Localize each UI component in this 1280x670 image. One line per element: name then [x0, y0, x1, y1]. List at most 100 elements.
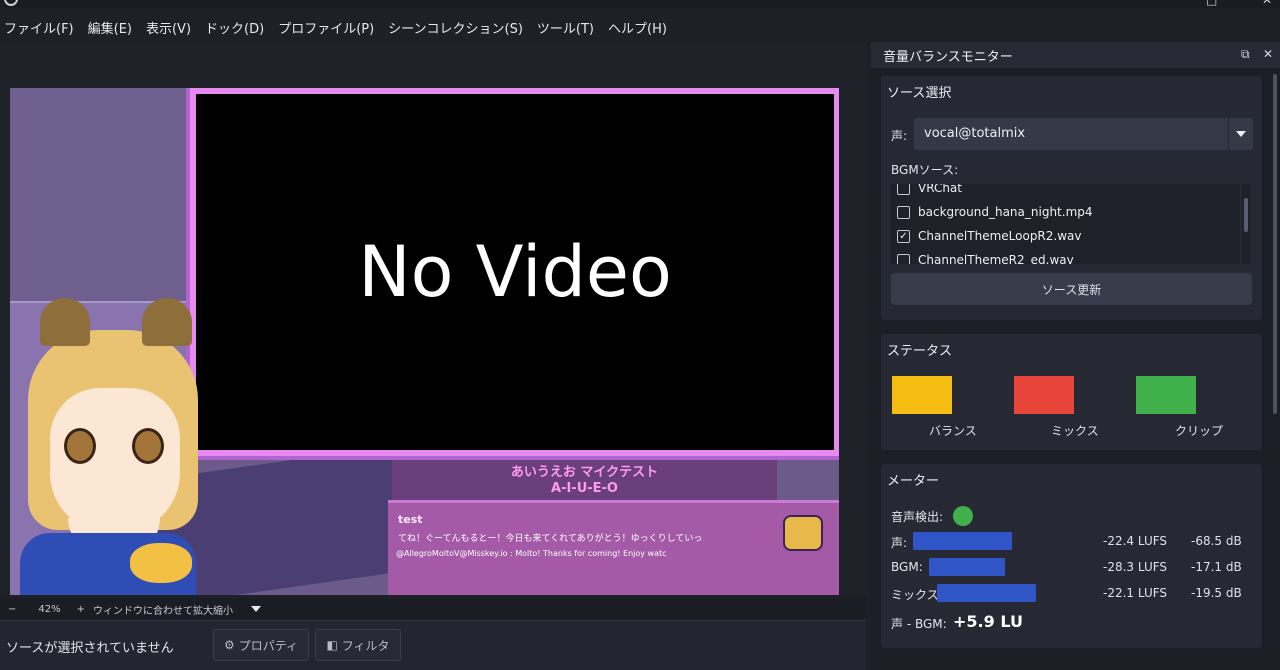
dock-close-icon[interactable]: ✕ [1263, 47, 1273, 61]
list-item-label: background_hana_night.mp4 [918, 205, 1093, 219]
voice-label: 声: [891, 129, 908, 143]
caption-line-1: あいうえお マイクテスト [510, 465, 659, 480]
meter-mix-lufs: -22.1 LUFS [1103, 586, 1168, 600]
menu-edit[interactable]: 編集(E) [88, 18, 132, 37]
list-item-label: ChannelThemeR2_ed.wav [918, 253, 1074, 264]
maximize-icon[interactable]: □ [1206, 0, 1217, 7]
checkbox[interactable] [897, 205, 910, 219]
menu-file[interactable]: ファイル(F) [4, 18, 74, 37]
meter-voice-bar [913, 532, 1012, 550]
list-item[interactable]: ChannelThemeR2_ed.wav [897, 250, 1074, 264]
fit-window-label[interactable]: ウィンドウに合わせて拡大縮小 [93, 602, 233, 617]
avatar-eye-left [64, 428, 96, 464]
preview-area[interactable]: No Video あいうえお マイクテスト A-I-U-E-O test てね！… [0, 42, 866, 598]
chat-username: test [398, 513, 423, 526]
list-item-label: VRChat [918, 184, 962, 195]
menu-scene-collection[interactable]: シーンコレクション(S) [388, 18, 523, 37]
checkbox-checked[interactable]: ✓ [897, 229, 910, 243]
bgm-list-scrollbar-thumb[interactable] [1244, 198, 1248, 232]
menu-tools[interactable]: ツール(T) [537, 18, 594, 37]
voice-source-select[interactable]: vocal@totalmix [914, 118, 1253, 150]
caption-overlay: あいうえお マイクテスト A-I-U-E-O [392, 460, 777, 500]
video-frame: No Video [190, 88, 839, 456]
bgm-source-list[interactable]: VRChat background_hana_night.mp4 ✓ Chann… [891, 184, 1240, 264]
chat-overlay: test てね！ぐーてんもるとー！今日も来てくれてありがとう！ゆっくりしていっ … [388, 500, 839, 595]
status-title: ステータス [887, 344, 953, 359]
zoom-level: 42% [38, 603, 61, 615]
chat-handle: @AllegroMoltoV@Misskey.io : Molto! Thank… [396, 549, 667, 558]
avatar-ear-right [142, 298, 192, 346]
meter-bgm-bar [929, 558, 1005, 576]
dock-scrollbar[interactable] [1270, 70, 1280, 670]
gear-icon: ⚙ [223, 638, 235, 652]
loudness-diff-value: +5.9 LU [953, 612, 1023, 631]
meter-mix-label: ミックス: [891, 588, 943, 602]
dock-title: 音量バランスモニター [883, 49, 1013, 65]
dock-scrollbar-thumb[interactable] [1273, 74, 1277, 414]
source-toolbar: ソースが選択されていません ⚙ プロパティ ◧ フィルタ [0, 620, 866, 670]
filters-button[interactable]: ◧ フィルタ [315, 629, 401, 661]
meter-voice-lufs: -22.4 LUFS [1103, 534, 1168, 548]
close-icon[interactable]: ✕ [1262, 0, 1272, 7]
no-source-label: ソースが選択されていません [6, 641, 174, 656]
menubar: ファイル(F) 編集(E) 表示(V) ドック(D) プロファイル(P) シーン… [0, 12, 1280, 42]
avatar-bow [130, 543, 192, 583]
chevron-down-icon[interactable] [251, 606, 262, 612]
voice-source-value: vocal@totalmix [924, 126, 1026, 141]
status-group: ステータス バランス ミックス クリップ [881, 334, 1262, 450]
app-logo-icon [4, 0, 18, 6]
window-titlebar: □ ✕ [0, 0, 1280, 8]
scene-canvas[interactable]: No Video あいうえお マイクテスト A-I-U-E-O test てね！… [10, 88, 839, 595]
meter-bgm-db: -17.1 dB [1191, 560, 1242, 574]
source-select-title: ソース選択 [887, 86, 952, 101]
bgm-label: BGMソース: [891, 163, 959, 177]
refresh-sources-button[interactable]: ソース更新 [891, 273, 1252, 305]
checkbox[interactable] [897, 253, 910, 264]
list-item-label: ChannelThemeLoopR2.wav [918, 229, 1082, 243]
properties-button[interactable]: ⚙ プロパティ [213, 629, 309, 661]
meter-voice-db: -68.5 dB [1191, 534, 1242, 548]
voice-detect-indicator [953, 506, 973, 526]
menu-help[interactable]: ヘルプ(H) [608, 18, 667, 37]
chevron-down-icon[interactable] [1236, 131, 1246, 137]
bgm-list-scrollbar[interactable] [1242, 184, 1250, 264]
checkbox[interactable] [897, 184, 910, 195]
zoom-out-button[interactable]: − [8, 604, 16, 615]
loudness-diff-label: 声 - BGM: [891, 617, 947, 631]
combo-separator [1228, 118, 1229, 150]
filters-label: フィルタ [341, 638, 390, 653]
meter-bgm-lufs: -28.3 LUFS [1103, 560, 1168, 574]
properties-label: プロパティ [238, 638, 299, 653]
undock-icon[interactable]: ⧉ [1241, 47, 1250, 62]
clip-label: クリップ [1175, 424, 1224, 438]
meter-mix-db: -19.5 dB [1191, 586, 1242, 600]
avatar-ear-left [40, 298, 90, 346]
avatar-ears [34, 298, 192, 358]
avatar-eye-right [132, 428, 164, 464]
meter-bgm-label: BGM: [891, 560, 923, 574]
list-item[interactable]: VRChat [897, 184, 962, 198]
list-item[interactable]: ✓ ChannelThemeLoopR2.wav [897, 226, 1082, 246]
balance-indicator [892, 376, 952, 414]
chat-message: てね！ぐーてんもるとー！今日も来てくれてありがとう！ゆっくりしていっ [398, 534, 703, 544]
list-item[interactable]: background_hana_night.mp4 [897, 202, 1093, 222]
clip-indicator [1136, 376, 1196, 414]
avatar-face [50, 388, 180, 533]
menu-docks[interactable]: ドック(D) [205, 18, 264, 37]
zoom-bar: − 42% + ウィンドウに合わせて拡大縮小 [0, 598, 866, 620]
meter-mix-bar [937, 584, 1036, 602]
chat-mascot-icon [783, 515, 823, 551]
source-select-group: ソース選択 声: vocal@totalmix BGMソース: VRChat b… [881, 76, 1262, 320]
menu-view[interactable]: 表示(V) [146, 18, 191, 37]
zoom-in-button[interactable]: + [77, 604, 85, 615]
filter-icon: ◧ [326, 638, 338, 652]
no-video-text: No Video [358, 231, 672, 313]
caption-line-2: A-I-U-E-O [551, 481, 618, 496]
mix-label: ミックス [1051, 424, 1099, 438]
balance-label: バランス [929, 424, 977, 438]
meter-group: メーター 音声検出: 声: -22.4 LUFS -68.5 dB BGM: -… [881, 464, 1262, 648]
mix-indicator [1014, 376, 1074, 414]
meter-voice-label: 声: [891, 536, 908, 550]
voice-detect-label: 音声検出: [891, 510, 944, 524]
menu-profile[interactable]: プロファイル(P) [278, 18, 374, 37]
